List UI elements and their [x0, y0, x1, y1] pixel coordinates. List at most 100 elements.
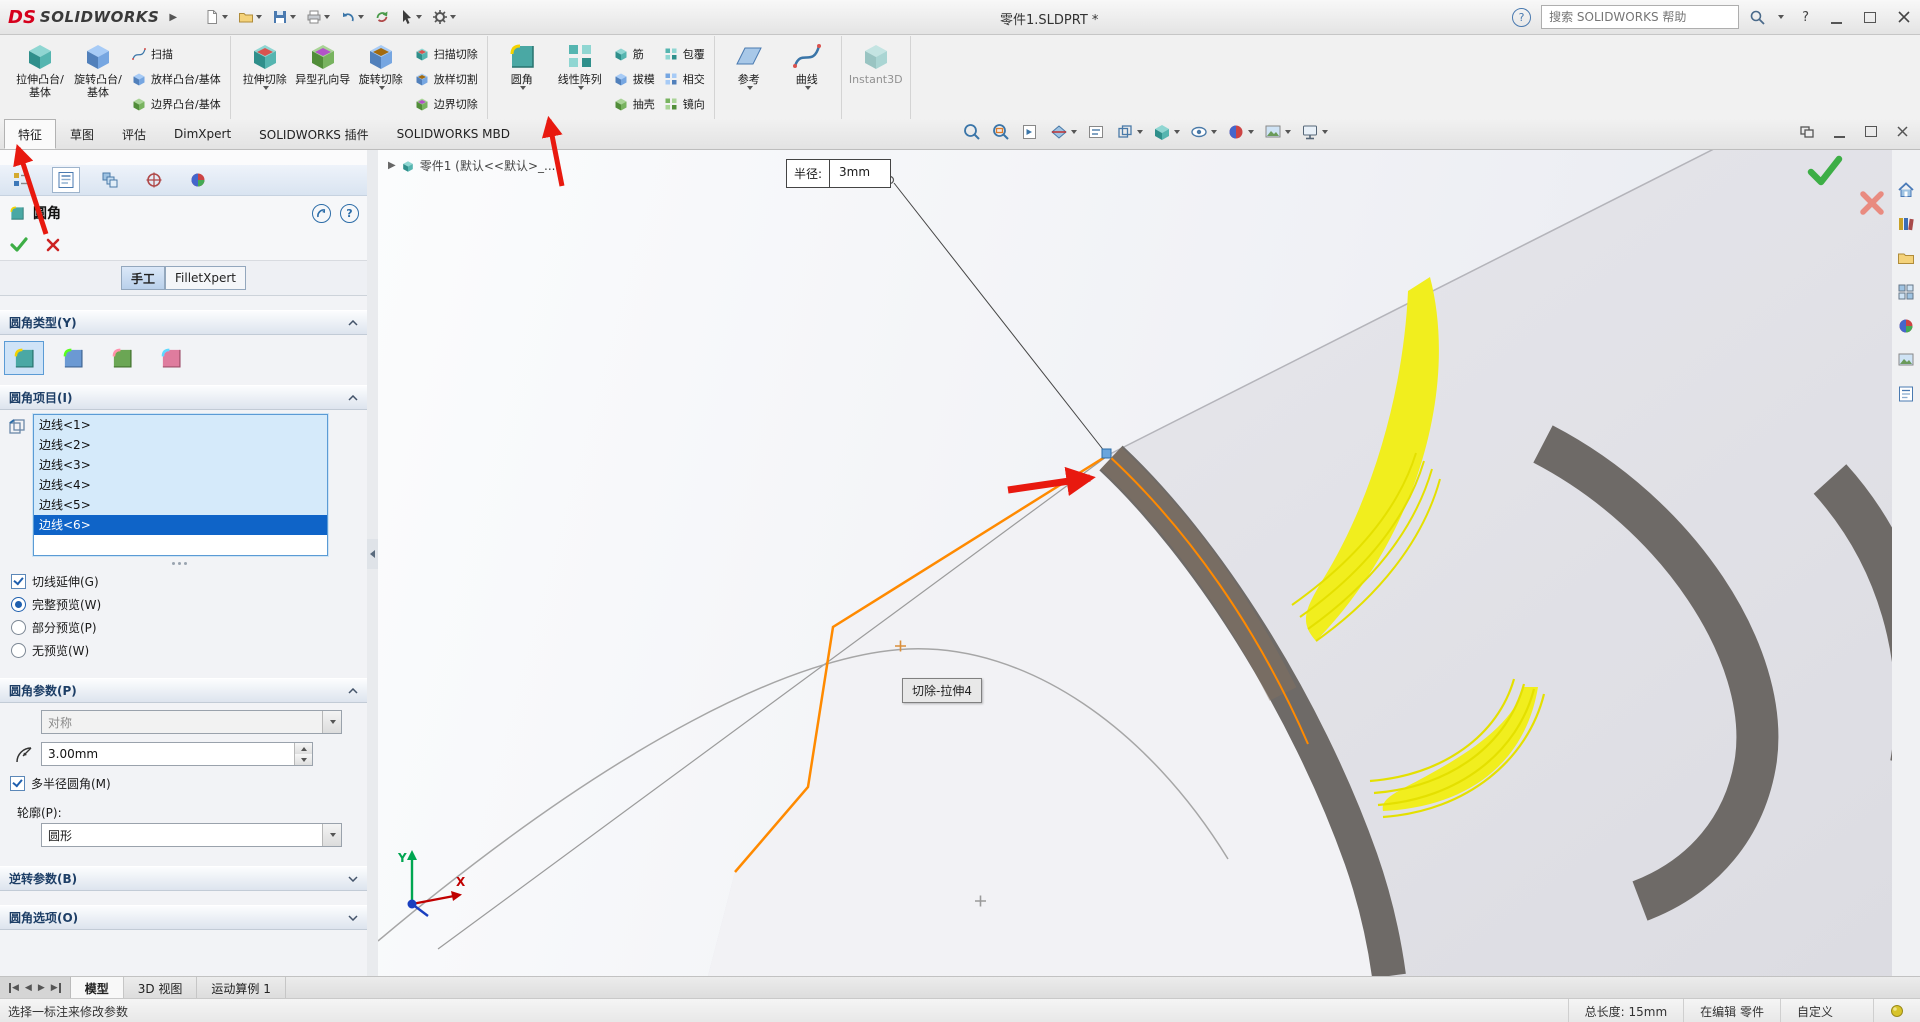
profile-combo[interactable]: 圆形 — [41, 823, 342, 847]
instant3d-button[interactable]: Instant3D — [847, 36, 905, 86]
doc-minimize-button[interactable] — [1834, 125, 1845, 138]
tab-addins[interactable]: SOLIDWORKS 插件 — [245, 119, 382, 149]
edge-list-item[interactable]: 边线<4> — [34, 475, 327, 495]
multi-radius-checkbox[interactable] — [10, 776, 25, 791]
view-palette-button[interactable] — [1895, 281, 1917, 303]
pm-help-icon[interactable]: ? — [340, 203, 359, 223]
curves-button[interactable]: 曲线 — [778, 36, 836, 90]
radius-input[interactable] — [42, 746, 294, 762]
feature-tree-flyout[interactable]: ▶ 零件1 (默认<<默认>_... — [388, 157, 555, 174]
revolved-cut-button[interactable]: 旋转切除 — [352, 36, 410, 90]
search-dropdown-arrow-icon[interactable] — [1778, 15, 1785, 19]
hide-show-items-button[interactable] — [1189, 122, 1217, 142]
graphics-viewport[interactable]: ▶ 零件1 (默认<<默认>_... 半径: 3mm 切除-拉伸4 Y X — [378, 149, 1892, 976]
appearances-button[interactable] — [1895, 315, 1917, 337]
feature-tree-tab[interactable] — [8, 167, 36, 193]
undo-button[interactable] — [337, 5, 367, 29]
rib-button[interactable]: 筋 — [609, 41, 659, 66]
hole-wizard-button[interactable]: 异型孔向导 — [294, 36, 352, 86]
constant-size-fillet-button[interactable] — [4, 341, 44, 375]
cascade-windows-icon[interactable] — [1800, 125, 1814, 138]
symmetric-combo[interactable]: 对称 — [41, 710, 342, 734]
zoom-area-button[interactable] — [991, 122, 1011, 142]
boundary-cut-button[interactable]: 边界切除 — [410, 91, 482, 116]
intersect-button[interactable]: 相交 — [659, 66, 709, 91]
edge-list-item[interactable]: 边线<5> — [34, 495, 327, 515]
viewport-cancel-button[interactable] — [1858, 189, 1886, 217]
dimxpert-manager-tab[interactable] — [140, 167, 168, 193]
viewport-ok-button[interactable] — [1806, 155, 1844, 187]
previous-tab-button[interactable]: ◀ — [25, 983, 32, 993]
section-fillet-options[interactable]: 圆角选项(O) — [0, 905, 367, 930]
section-view-button[interactable] — [1049, 122, 1077, 142]
zoom-fit-button[interactable] — [962, 122, 982, 142]
tab-mbd[interactable]: SOLIDWORKS MBD — [383, 119, 524, 149]
extruded-cut-button[interactable]: 拉伸切除 — [236, 36, 294, 90]
lofted-boss-button[interactable]: 放样凸台/基体 — [127, 66, 225, 91]
open-document-button[interactable] — [235, 5, 265, 29]
new-document-button[interactable] — [201, 5, 231, 29]
section-setback-parameters[interactable]: 逆转参数(B) — [0, 866, 367, 891]
annotation-view-button[interactable] — [1086, 122, 1106, 142]
draft-button[interactable]: 拔模 — [609, 66, 659, 91]
last-tab-button[interactable]: ▶ — [51, 983, 61, 993]
panel-collapse-button[interactable] — [367, 539, 378, 569]
reference-geometry-button[interactable]: 参考 — [720, 36, 778, 90]
resources-home-button[interactable] — [1895, 179, 1917, 201]
swept-cut-button[interactable]: 扫描切除 — [410, 41, 482, 66]
help-search-input[interactable] — [1547, 9, 1734, 25]
mirror-button[interactable]: 镜向 — [659, 91, 709, 116]
manual-mode-tab[interactable]: 手工 — [121, 266, 166, 290]
display-style-button[interactable] — [1152, 122, 1180, 142]
linear-pattern-button[interactable]: 线性阵列 — [551, 36, 609, 90]
3d-views-tab[interactable]: 3D 视图 — [124, 977, 198, 999]
search-icon[interactable] — [1749, 9, 1766, 26]
display-manager-tab[interactable] — [184, 167, 212, 193]
pm-pin-icon[interactable] — [312, 203, 331, 223]
radius-callout[interactable]: 半径: 3mm — [786, 159, 892, 188]
save-button[interactable] — [269, 5, 299, 29]
status-tag-button[interactable] — [1873, 999, 1920, 1022]
apply-scene-button[interactable] — [1263, 122, 1291, 142]
options-button[interactable] — [429, 5, 459, 29]
previous-view-button[interactable] — [1020, 122, 1040, 142]
help-circle-icon[interactable]: ? — [1512, 7, 1532, 27]
view-orientation-button[interactable] — [1115, 122, 1143, 142]
full-preview-radio[interactable] — [11, 597, 26, 612]
radius-spinner[interactable] — [294, 743, 312, 765]
no-preview-radio[interactable] — [11, 643, 26, 658]
callout-value-field[interactable]: 3mm — [830, 160, 891, 187]
partial-preview-radio[interactable] — [11, 620, 26, 635]
tab-features[interactable]: 特征 — [4, 119, 57, 149]
property-manager-tab[interactable] — [52, 167, 80, 193]
pm-cancel-button[interactable] — [46, 238, 60, 252]
edge-list-item-selected[interactable]: 边线<6> — [34, 515, 327, 535]
view-settings-button[interactable] — [1300, 122, 1328, 142]
custom-properties-button[interactable] — [1895, 383, 1917, 405]
close-button[interactable] — [1898, 11, 1910, 23]
select-button[interactable] — [397, 5, 425, 29]
rebuild-button[interactable] — [371, 5, 393, 29]
list-resize-handle[interactable] — [0, 556, 359, 570]
doc-restore-button[interactable] — [1865, 126, 1877, 137]
file-explorer-button[interactable] — [1895, 247, 1917, 269]
wrap-button[interactable]: 包覆 — [659, 41, 709, 66]
minimize-button[interactable] — [1831, 11, 1842, 24]
edge-list-item[interactable]: 边线<1> — [34, 415, 327, 435]
variable-size-fillet-button[interactable] — [53, 341, 93, 375]
edge-list-item[interactable]: 边线<2> — [34, 435, 327, 455]
boundary-boss-button[interactable]: 边界凸台/基体 — [127, 91, 225, 116]
scenes-button[interactable] — [1895, 349, 1917, 371]
tab-evaluate[interactable]: 评估 — [108, 119, 160, 149]
first-tab-button[interactable]: ◀ — [9, 983, 19, 993]
extruded-boss-button[interactable]: 拉伸凸台/基体 — [11, 36, 69, 99]
status-custom[interactable]: 自定义 — [1779, 999, 1873, 1022]
maximize-button[interactable] — [1864, 11, 1876, 23]
full-round-fillet-button[interactable] — [151, 341, 191, 375]
shell-button[interactable]: 抽壳 — [609, 91, 659, 116]
section-fillet-parameters[interactable]: 圆角参数(P) — [0, 678, 367, 703]
revolved-boss-button[interactable]: 旋转凸台/基体 — [69, 36, 127, 99]
face-fillet-button[interactable] — [102, 341, 142, 375]
lofted-cut-button[interactable]: 放样切割 — [410, 66, 482, 91]
doc-close-button[interactable] — [1897, 126, 1908, 137]
